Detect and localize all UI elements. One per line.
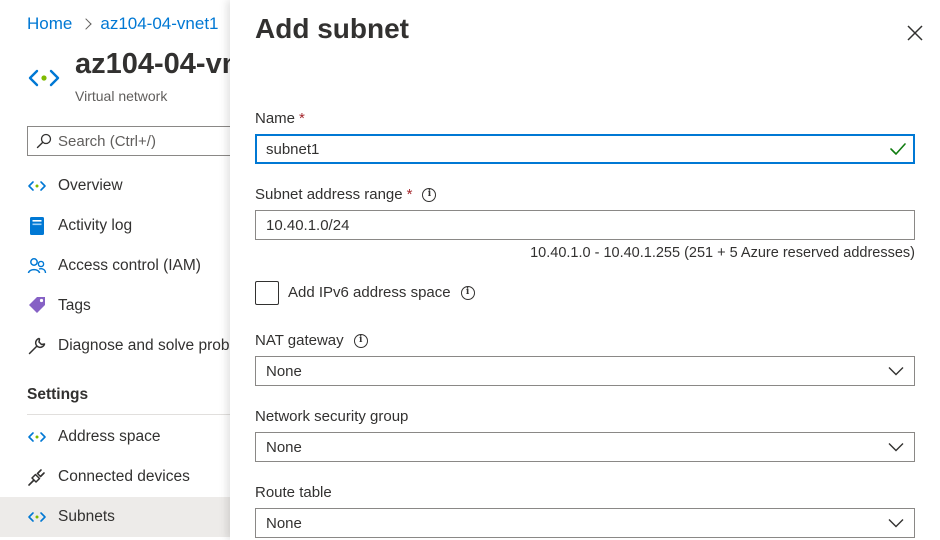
name-field[interactable]: subnet1	[255, 134, 915, 164]
virtual-network-icon	[27, 427, 47, 447]
info-icon[interactable]: i	[422, 187, 437, 202]
sidebar-item-label: Address space	[58, 428, 161, 445]
users-icon	[27, 256, 47, 276]
app-root: Home az104-04-vnet1 az104-04-vnet1 Virtu…	[0, 0, 940, 540]
checkmark-icon	[890, 143, 906, 155]
info-icon[interactable]: i	[353, 333, 368, 348]
sidebar-item-label: Activity log	[58, 217, 133, 234]
nsg-value: None	[266, 438, 302, 456]
virtual-network-icon	[28, 69, 60, 87]
nat-label: NAT gateway i	[255, 332, 368, 349]
name-label: Name *	[255, 110, 305, 127]
breadcrumb: Home az104-04-vnet1	[27, 14, 219, 34]
ipv6-label: Add IPv6 address space i	[288, 284, 475, 301]
nsg-label: Network security group	[255, 408, 408, 425]
required-marker: *	[299, 110, 305, 127]
chevron-down-icon	[888, 367, 904, 376]
chevron-down-icon	[888, 443, 904, 452]
activity-log-icon	[27, 216, 47, 236]
address-range-value: 10.40.1.0/24	[266, 216, 350, 234]
sidebar-item-label: Connected devices	[58, 468, 190, 485]
route-table-dropdown[interactable]: None	[255, 508, 915, 538]
search-icon	[36, 133, 52, 149]
sidebar-item-label: Diagnose and solve problems	[58, 337, 232, 354]
sidebar-item-label: Subnets	[58, 508, 115, 525]
virtual-network-icon	[27, 507, 47, 527]
panel-title: Add subnet	[255, 13, 409, 44]
sidebar-item-address-space[interactable]: Address space	[0, 417, 232, 457]
range-label: Subnet address range * i	[255, 186, 437, 203]
nsg-label-text: Network security group	[255, 408, 409, 425]
sidebar-item-label: Tags	[58, 297, 91, 314]
sidebar-item-activity-log[interactable]: Activity log	[0, 206, 232, 246]
info-icon[interactable]: i	[460, 285, 475, 300]
nat-gateway-value: None	[266, 362, 302, 380]
range-label-text: Subnet address range	[255, 186, 403, 203]
address-range-field[interactable]: 10.40.1.0/24	[255, 210, 915, 240]
ipv6-checkbox[interactable]	[255, 281, 279, 305]
ipv6-label-text: Add IPv6 address space	[288, 284, 451, 301]
route-table-label: Route table	[255, 484, 332, 501]
sidebar-item-access-control[interactable]: Access control (IAM)	[0, 246, 232, 286]
tag-icon	[27, 296, 47, 316]
close-icon[interactable]	[904, 22, 926, 44]
wrench-icon	[27, 336, 47, 356]
chevron-right-icon	[80, 18, 93, 30]
breadcrumb-resource-link[interactable]: az104-04-vnet1	[100, 14, 218, 34]
sidebar-item-subnets[interactable]: Subnets	[0, 497, 232, 537]
breadcrumb-home-link[interactable]: Home	[27, 14, 72, 34]
add-subnet-panel: Add subnet Name * subnet1 Subnet address…	[230, 0, 940, 540]
route-table-label-text: Route table	[255, 484, 332, 501]
sidebar-item-connected-devices[interactable]: Connected devices	[0, 457, 232, 497]
name-field-value: subnet1	[266, 140, 320, 158]
address-range-hint: 10.40.1.0 - 10.40.1.255 (251 + 5 Azure r…	[530, 245, 915, 261]
resource-type: Virtual network	[75, 88, 168, 104]
resource-title: az104-04-vnet1	[75, 48, 232, 80]
sidebar-item-tags[interactable]: Tags	[0, 286, 232, 326]
sidebar-item-diagnose[interactable]: Diagnose and solve problems	[0, 326, 232, 366]
required-marker: *	[406, 186, 413, 203]
sidebar-item-label: Access control (IAM)	[58, 257, 201, 274]
nat-gateway-dropdown[interactable]: None	[255, 356, 915, 386]
nsg-dropdown[interactable]: None	[255, 432, 915, 462]
search-placeholder: Search (Ctrl+/)	[58, 132, 156, 150]
search-input[interactable]: Search (Ctrl+/)	[27, 126, 232, 156]
nat-label-text: NAT gateway	[255, 332, 344, 349]
resource-blade: Home az104-04-vnet1 az104-04-vnet1 Virtu…	[0, 0, 232, 540]
name-label-text: Name	[255, 110, 296, 127]
virtual-network-icon	[27, 176, 47, 196]
sidebar-item-overview[interactable]: Overview	[0, 166, 232, 206]
chevron-down-icon	[888, 519, 904, 528]
settings-section-header: Settings	[27, 386, 89, 403]
route-table-value: None	[266, 514, 302, 532]
plug-icon	[27, 467, 47, 487]
sidebar-item-label: Overview	[58, 177, 123, 194]
section-divider	[27, 414, 232, 415]
